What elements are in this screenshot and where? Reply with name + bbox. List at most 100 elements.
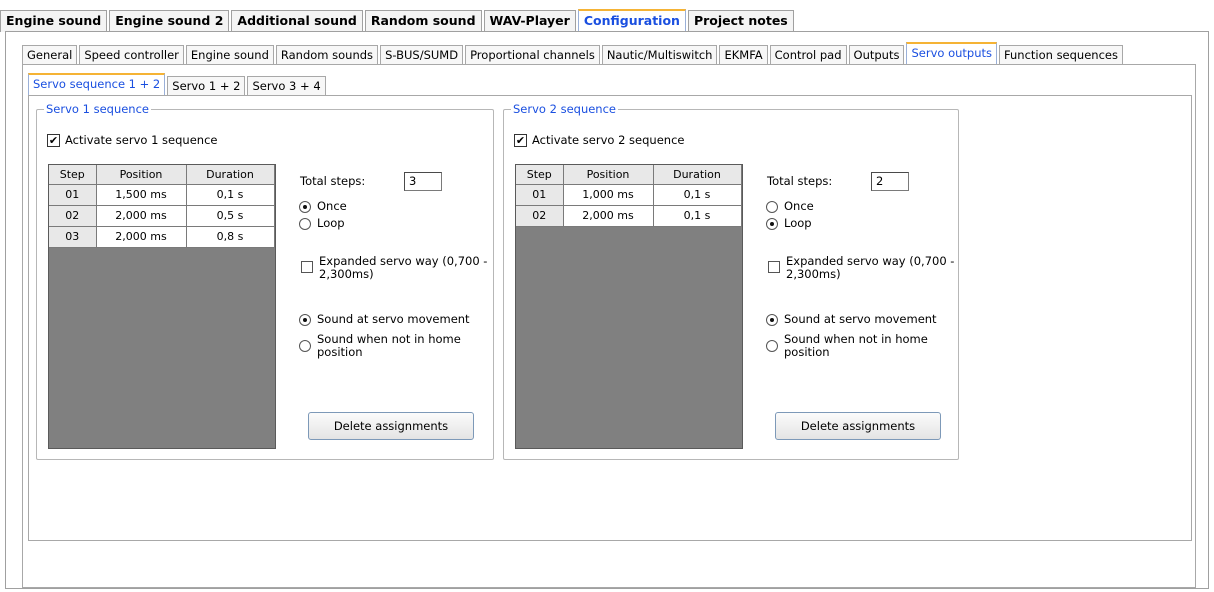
position-cell[interactable]: 1,000 ms [563, 184, 654, 206]
radio-unselected-icon [766, 201, 778, 213]
tab-configuration[interactable]: Configuration [577, 9, 686, 32]
table-row[interactable]: 03 2,000 ms 0,8 s [49, 226, 275, 248]
radio-unselected-icon [766, 340, 778, 352]
expanded-servo-way-checkbox[interactable]: Expanded servo way (0,700 - 2,300ms) [768, 255, 958, 281]
duration-cell[interactable]: 0,1 s [653, 184, 742, 206]
duration-cell[interactable]: 0,8 s [186, 226, 275, 248]
activate-servo-2-label: Activate servo 2 sequence [532, 133, 685, 147]
servo-1-step-table[interactable]: Step Position Duration 01 1,500 ms 0,1 s… [48, 164, 276, 449]
tab-general[interactable]: General [22, 45, 78, 65]
total-steps-label: Total steps: [300, 174, 366, 188]
tab-control-pad[interactable]: Control pad [769, 45, 847, 65]
configuration-tab-bar: General Speed controller Engine sound Rando… [22, 41, 1125, 65]
tab-engine-sound[interactable]: Engine sound [185, 45, 274, 65]
total-steps-input[interactable]: 2 [871, 172, 909, 191]
servo-1-sequence-legend: Servo 1 sequence [44, 102, 151, 116]
sound-at-servo-movement-radio[interactable]: Sound at servo movement [766, 313, 937, 326]
sound-at-servo-movement-label: Sound at servo movement [317, 312, 470, 326]
loop-radio[interactable]: Loop [299, 217, 345, 230]
column-header-position: Position [563, 165, 654, 185]
radio-selected-icon [766, 314, 778, 326]
table-row[interactable]: 01 1,000 ms 0,1 s [516, 184, 742, 206]
tab-s-bus-sumd[interactable]: S-BUS/SUMD [380, 45, 464, 65]
sound-not-home-label: Sound when not in home position [317, 332, 461, 359]
once-label: Once [317, 199, 347, 213]
total-steps-label: Total steps: [767, 174, 833, 188]
checkbox-checked-icon: ✔ [514, 133, 527, 147]
tab-servo-1-2[interactable]: Servo 1 + 2 [167, 76, 246, 96]
sound-not-home-label: Sound when not in home position [784, 332, 928, 359]
expanded-servo-way-checkbox[interactable]: Expanded servo way (0,700 - 2,300ms) [301, 255, 491, 281]
servo-1-sequence-group: Servo 1 sequence ✔ Activate servo 1 sequ… [36, 102, 494, 460]
step-cell[interactable]: 01 [516, 184, 564, 206]
activate-servo-1-checkbox[interactable]: ✔ Activate servo 1 sequence [47, 133, 217, 147]
checkbox-checked-icon: ✔ [47, 133, 60, 147]
total-steps-input[interactable]: 3 [404, 172, 442, 191]
activate-servo-2-checkbox[interactable]: ✔ Activate servo 2 sequence [514, 133, 684, 147]
sound-not-home-radio[interactable]: Sound when not in home position [766, 333, 956, 359]
servo-2-sequence-legend: Servo 2 sequence [511, 102, 618, 116]
duration-cell[interactable]: 0,5 s [186, 205, 275, 227]
table-header-row: Step Position Duration [516, 165, 742, 185]
delete-assignments-button[interactable]: Delete assignments [775, 412, 941, 440]
tab-project-notes[interactable]: Project notes [687, 10, 794, 32]
tab-servo-sequence-1-2[interactable]: Servo sequence 1 + 2 [28, 73, 166, 96]
tab-outputs[interactable]: Outputs [848, 45, 905, 65]
tab-random-sounds[interactable]: Random sounds [275, 45, 379, 65]
step-cell[interactable]: 02 [49, 205, 97, 227]
duration-cell[interactable]: 0,1 s [653, 205, 742, 227]
radio-selected-icon [299, 201, 311, 213]
position-cell[interactable]: 2,000 ms [96, 205, 187, 227]
tab-engine-sound-2[interactable]: Engine sound 2 [109, 10, 230, 32]
column-header-position: Position [96, 165, 187, 185]
loop-label: Loop [784, 216, 812, 230]
radio-unselected-icon [299, 340, 311, 352]
table-row[interactable]: 01 1,500 ms 0,1 s [49, 184, 275, 206]
column-header-duration: Duration [653, 165, 742, 185]
step-cell[interactable]: 03 [49, 226, 97, 248]
tab-random-sound[interactable]: Random sound [364, 10, 482, 32]
servo-2-step-table[interactable]: Step Position Duration 01 1,000 ms 0,1 s… [515, 164, 743, 449]
table-row[interactable]: 02 2,000 ms 0,1 s [516, 205, 742, 227]
loop-radio[interactable]: Loop [766, 217, 812, 230]
radio-unselected-icon [299, 218, 311, 230]
once-radio[interactable]: Once [766, 200, 814, 213]
delete-assignments-button[interactable]: Delete assignments [308, 412, 474, 440]
tab-additional-sound[interactable]: Additional sound [231, 10, 363, 32]
servo-2-sequence-group: Servo 2 sequence ✔ Activate servo 2 sequ… [503, 102, 959, 460]
position-cell[interactable]: 2,000 ms [563, 205, 654, 227]
tab-proportional-channels[interactable]: Proportional channels [465, 45, 600, 65]
tab-ekmfa[interactable]: EKMFA [719, 45, 768, 65]
checkbox-unchecked-icon [768, 261, 780, 273]
position-cell[interactable]: 2,000 ms [96, 226, 187, 248]
tab-engine-sound[interactable]: Engine sound [0, 10, 108, 32]
tab-function-sequences[interactable]: Function sequences [999, 45, 1123, 65]
activate-servo-1-label: Activate servo 1 sequence [65, 133, 218, 147]
expanded-servo-way-label: Expanded servo way (0,700 - 2,300ms) [786, 254, 955, 281]
sound-at-servo-movement-label: Sound at servo movement [784, 312, 937, 326]
tab-speed-controller[interactable]: Speed controller [79, 45, 184, 65]
expanded-servo-way-label: Expanded servo way (0,700 - 2,300ms) [319, 254, 488, 281]
tab-servo-3-4[interactable]: Servo 3 + 4 [247, 76, 326, 96]
radio-selected-icon [766, 218, 778, 230]
servo-outputs-tab-bar: Servo sequence 1 + 2 Servo 1 + 2 Servo 3 +… [28, 71, 328, 96]
table-row[interactable]: 02 2,000 ms 0,5 s [49, 205, 275, 227]
tab-nautic-multiswitch[interactable]: Nautic/Multiswitch [601, 45, 718, 65]
column-header-duration: Duration [186, 165, 275, 185]
main-tab-bar: Engine sound Engine sound 2 Additional sou… [0, 9, 796, 32]
once-label: Once [784, 199, 814, 213]
tab-wav-player[interactable]: WAV-Player [483, 10, 576, 32]
tab-servo-outputs[interactable]: Servo outputs [906, 42, 997, 65]
step-cell[interactable]: 01 [49, 184, 97, 206]
position-cell[interactable]: 1,500 ms [96, 184, 187, 206]
once-radio[interactable]: Once [299, 200, 347, 213]
sound-not-home-radio[interactable]: Sound when not in home position [299, 333, 489, 359]
checkbox-unchecked-icon [301, 261, 313, 273]
sound-at-servo-movement-radio[interactable]: Sound at servo movement [299, 313, 470, 326]
duration-cell[interactable]: 0,1 s [186, 184, 275, 206]
loop-label: Loop [317, 216, 345, 230]
radio-selected-icon [299, 314, 311, 326]
step-cell[interactable]: 02 [516, 205, 564, 227]
column-header-step: Step [49, 165, 97, 185]
column-header-step: Step [516, 165, 564, 185]
